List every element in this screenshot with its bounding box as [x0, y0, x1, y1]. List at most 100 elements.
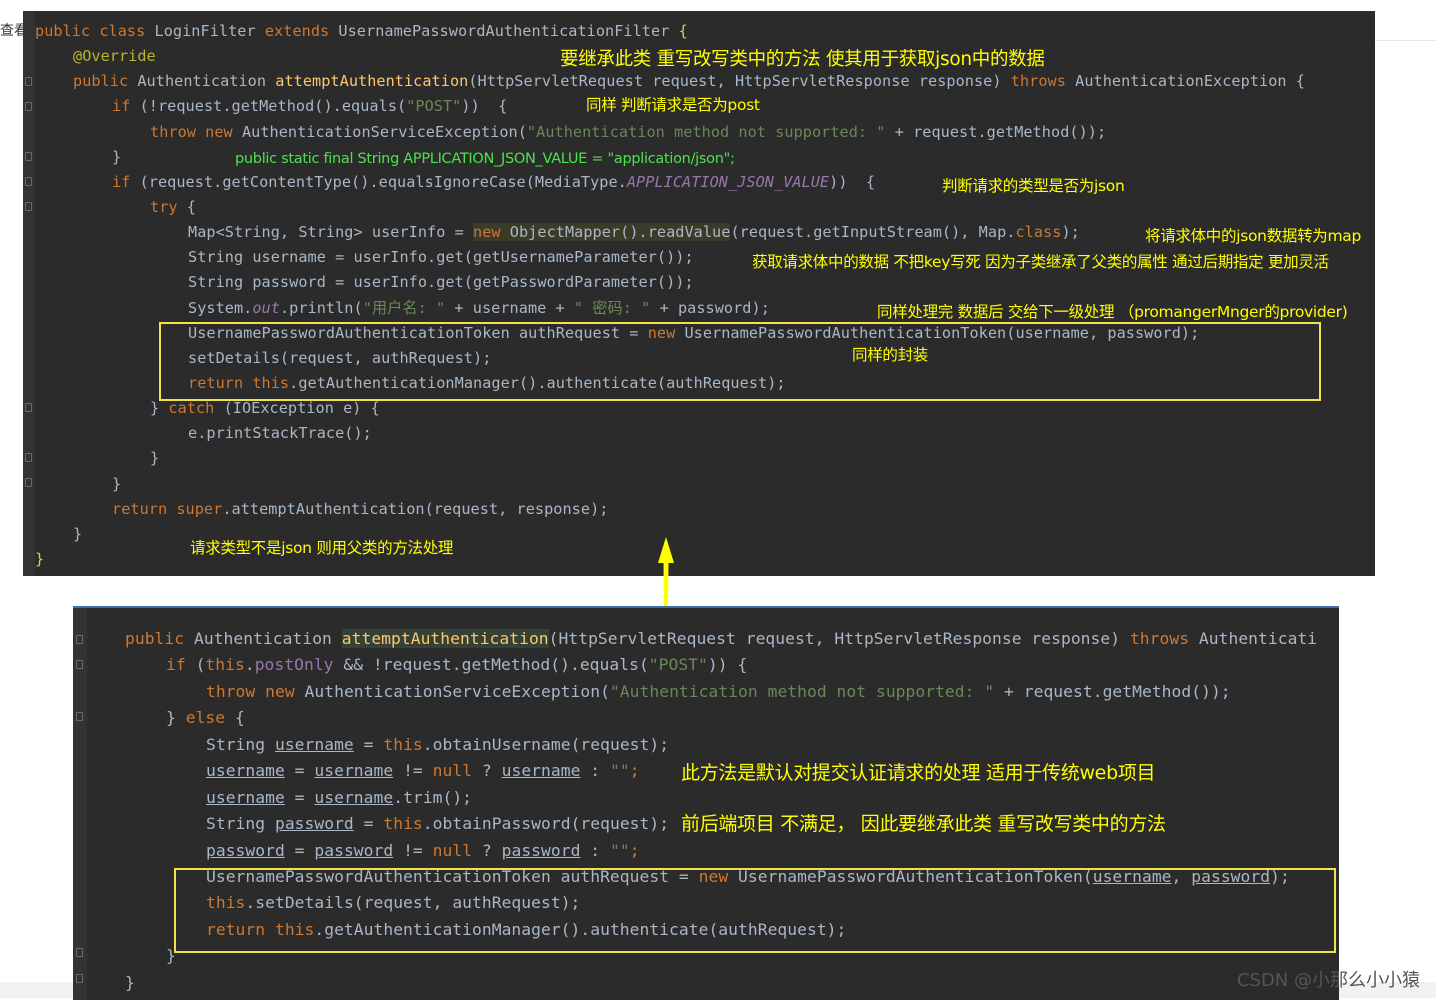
fold-marker-icon — [25, 478, 32, 487]
fold-marker-icon — [25, 453, 32, 462]
fold-marker-icon — [25, 77, 32, 86]
code-line: if (!request.getMethod().equals("POST"))… — [112, 96, 507, 116]
code-token: System. — [188, 299, 253, 317]
code-token: . — [244, 655, 255, 674]
code-token: )) { — [461, 97, 508, 115]
code-token: String username = userInfo.get(getUserna… — [188, 248, 694, 266]
code-line: } — [35, 549, 44, 569]
code-token: )) { — [707, 655, 748, 674]
code-line: } — [150, 448, 159, 468]
code-token: ; — [629, 841, 640, 860]
code-line: } — [125, 972, 135, 994]
code-token: { — [234, 708, 245, 727]
code-token: null — [432, 841, 482, 860]
code-token: this — [383, 735, 423, 754]
code-screenshot-login-filter: public class LoginFilter extends Usernam… — [23, 11, 1375, 576]
code-token: catch — [168, 399, 224, 417]
fold-marker-icon — [25, 177, 32, 186]
code-line: @Override — [73, 46, 156, 66]
code-line: String username = userInfo.get(getUserna… — [188, 247, 694, 267]
fold-marker-icon — [76, 660, 83, 669]
code-token: "POST" — [406, 97, 462, 115]
code-token: " 密码: " — [573, 299, 660, 317]
code-token: )) { — [829, 173, 876, 191]
code-token: password — [274, 814, 354, 833]
code-token: = — [284, 761, 315, 780]
code-token: } — [73, 525, 83, 543]
fold-marker-icon — [76, 635, 83, 644]
code-token: (!request.getMethod().equals( — [139, 97, 407, 115]
code-token: (IOException e) { — [223, 399, 380, 417]
code-token: (HttpServletRequest request, HttpServlet… — [548, 629, 1130, 648]
code-token: throws — [1010, 72, 1076, 90]
code-token: "" — [610, 761, 630, 780]
annotation-check-json: 判断请求的类型是否为json — [942, 177, 1125, 195]
code-token: ? — [481, 761, 502, 780]
code-token: "Authentication method not supported: " — [526, 123, 895, 141]
code-token: Map<String, String> userInfo = — [188, 223, 474, 241]
code-token: this — [205, 655, 245, 674]
code-line: throw new AuthenticationServiceException… — [206, 681, 1231, 703]
fold-marker-icon — [25, 102, 32, 111]
code-token: { — [186, 198, 196, 216]
code-token: "用户名: " — [362, 299, 455, 317]
code-token: throw new — [206, 682, 305, 701]
annotation-default-handler: 此方法是默认对提交认证请求的处理 适用于传统web项目 — [681, 762, 1156, 784]
code-token: + request.getMethod()); — [1004, 682, 1231, 701]
code-token: = — [353, 814, 384, 833]
code-token: attemptAuthentication — [275, 72, 469, 90]
code-line: System.out.println("用户名: " + username + … — [188, 298, 770, 318]
code-token: + password); — [659, 299, 770, 317]
code-line: String password = userInfo.get(getPasswo… — [188, 272, 694, 292]
code-token: (HttpServletRequest request, HttpServlet… — [468, 72, 1011, 90]
code-token: throws — [1129, 629, 1199, 648]
code-token: = — [353, 735, 384, 754]
code-token: (request.getContentType().equalsIgnoreCa… — [139, 173, 627, 191]
code-token: this — [383, 814, 423, 833]
code-token: UsernamePasswordAuthenticationFilter — [338, 22, 679, 40]
code-token: ? — [481, 841, 502, 860]
code-token: != — [393, 761, 433, 780]
code-line: try { — [150, 197, 196, 217]
code-token: ); — [1061, 223, 1080, 241]
annotation-check-post: 同样 判断请求是否为post — [586, 96, 760, 114]
code-token: "" — [610, 841, 630, 860]
annotation-extend-class: 要继承此类 重写改写类中的方法 使其用于获取json中的数据 — [560, 49, 1045, 70]
code-token: null — [432, 761, 482, 780]
code-line: } catch (IOException e) { — [150, 398, 380, 418]
page-divider — [1375, 40, 1436, 41]
code-token: ( — [195, 655, 206, 674]
code-line: } — [112, 474, 121, 494]
code-line: } — [112, 147, 121, 167]
code-token: Authentication — [193, 629, 342, 648]
code-token: : — [580, 761, 611, 780]
code-line: } — [73, 524, 82, 544]
annotation-json-constant: public static final String APPLICATION_J… — [235, 151, 735, 167]
code-token: && !request.getMethod().equals( — [343, 655, 649, 674]
code-token: public — [125, 629, 194, 648]
code-token: public class — [35, 22, 155, 40]
editor-gutter — [73, 608, 87, 1000]
code-token: AuthenticationServiceException( — [304, 682, 610, 701]
code-line: String password = this.obtainPassword(re… — [206, 813, 669, 835]
code-token: (request.getInputStream(), Map. — [730, 223, 1016, 241]
code-token: != — [393, 841, 433, 860]
code-token: .trim(); — [393, 788, 473, 807]
code-token: .obtainPassword(request); — [422, 814, 670, 833]
code-token: { — [678, 22, 688, 40]
editor-gutter — [23, 11, 35, 576]
code-token: AuthenticationServiceException( — [241, 123, 527, 141]
code-line: } else { — [166, 707, 245, 729]
code-screenshot-default-filter: public Authentication attemptAuthenticat… — [73, 606, 1339, 1000]
code-token: = — [284, 841, 315, 860]
code-token: if — [112, 173, 140, 191]
code-token: + username + — [454, 299, 574, 317]
code-token: else — [185, 708, 235, 727]
code-token: LoginFilter — [154, 22, 265, 40]
fold-marker-icon — [76, 974, 83, 983]
fold-marker-icon — [76, 948, 83, 957]
fold-marker-icon — [25, 152, 32, 161]
annotation-json-to-map: 将请求体中的json数据转为map — [1145, 227, 1362, 245]
code-token: } — [166, 708, 186, 727]
code-token: password — [501, 841, 581, 860]
